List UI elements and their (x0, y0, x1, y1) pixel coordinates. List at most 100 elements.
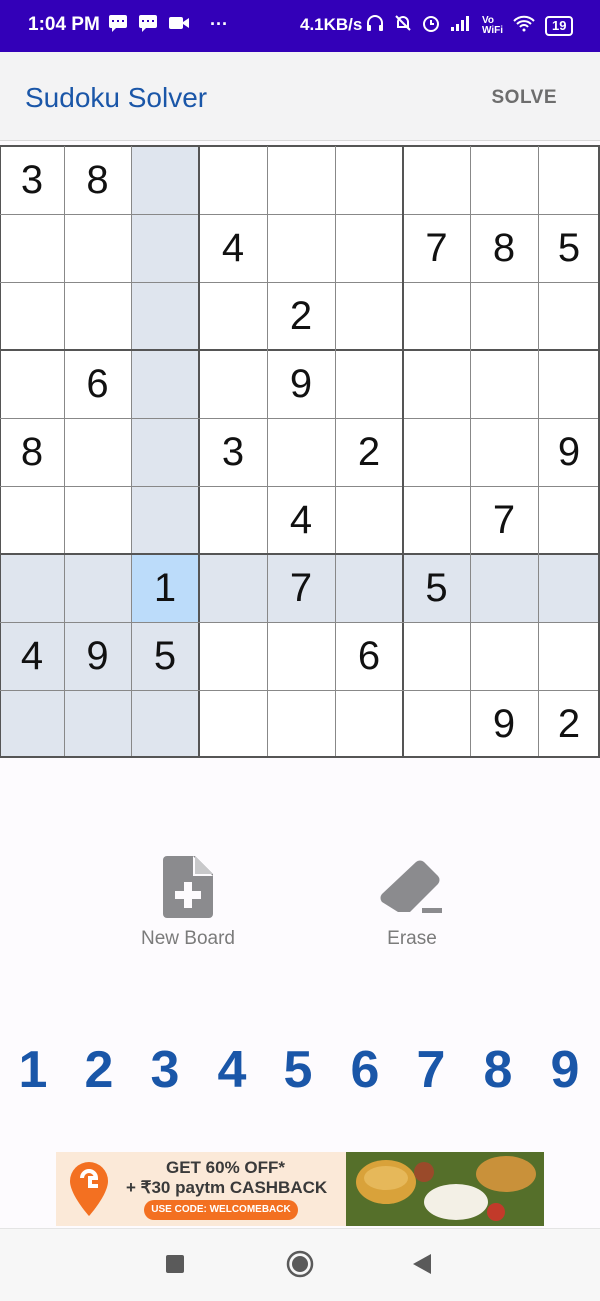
board-cell[interactable] (335, 146, 403, 214)
board-cell[interactable]: 1 (131, 554, 199, 622)
board-cell[interactable] (0, 486, 64, 554)
board-cell[interactable]: 9 (538, 418, 600, 486)
board-cell[interactable] (335, 214, 403, 282)
number-button[interactable]: 2 (66, 1040, 132, 1100)
board-cell[interactable] (267, 418, 335, 486)
solve-button[interactable]: SOLVE (492, 87, 558, 109)
board-cell[interactable] (0, 214, 64, 282)
board-cell[interactable] (538, 486, 600, 554)
board-cell[interactable]: 2 (538, 690, 600, 758)
board-cell[interactable] (470, 418, 538, 486)
board-cell[interactable] (267, 622, 335, 690)
number-button[interactable]: 9 (532, 1040, 598, 1100)
board-cell[interactable]: 6 (64, 350, 131, 418)
board-cell[interactable] (403, 282, 470, 350)
board-cell[interactable] (470, 146, 538, 214)
number-button[interactable]: 5 (265, 1040, 331, 1100)
board-cell[interactable] (267, 214, 335, 282)
board-cell[interactable] (64, 690, 131, 758)
board-cell[interactable] (64, 486, 131, 554)
board-cell[interactable] (335, 554, 403, 622)
board-cell[interactable] (267, 690, 335, 758)
board-cell[interactable]: 4 (0, 622, 64, 690)
board-cell[interactable] (199, 146, 267, 214)
board-cell[interactable]: 9 (267, 350, 335, 418)
board-cell[interactable] (199, 350, 267, 418)
board-cell[interactable] (538, 622, 600, 690)
board-cell[interactable] (470, 622, 538, 690)
board-cell[interactable]: 8 (64, 146, 131, 214)
erase-label: Erase (387, 928, 437, 949)
board-cell[interactable] (403, 690, 470, 758)
board-cell[interactable]: 8 (0, 418, 64, 486)
number-button[interactable]: 4 (199, 1040, 265, 1100)
board-cell[interactable] (131, 214, 199, 282)
board-cell[interactable] (538, 350, 600, 418)
board-cell[interactable]: 3 (0, 146, 64, 214)
board-cell[interactable] (0, 554, 64, 622)
board-cell[interactable]: 4 (267, 486, 335, 554)
back-button[interactable] (413, 1254, 431, 1279)
erase-button[interactable]: Erase (342, 856, 482, 950)
board-cell[interactable] (335, 282, 403, 350)
board-cell[interactable] (470, 282, 538, 350)
board-cell[interactable] (403, 486, 470, 554)
board-cell[interactable]: 8 (470, 214, 538, 282)
board-cell[interactable]: 9 (470, 690, 538, 758)
board-cell[interactable] (470, 554, 538, 622)
number-button[interactable]: 6 (332, 1040, 398, 1100)
board-cell[interactable] (199, 554, 267, 622)
number-pad: 123456789 (0, 1040, 600, 1110)
board-cell[interactable]: 4 (199, 214, 267, 282)
board-cell[interactable] (335, 486, 403, 554)
board-cell[interactable] (403, 418, 470, 486)
board-cell[interactable] (538, 282, 600, 350)
board-cell[interactable]: 5 (403, 554, 470, 622)
board-cell[interactable] (131, 350, 199, 418)
ad-banner[interactable]: GET 60% OFF* + ₹30 paytm CASHBACK USE CO… (56, 1152, 544, 1226)
board-cell[interactable] (0, 690, 64, 758)
number-button[interactable]: 3 (132, 1040, 198, 1100)
board-cell[interactable] (64, 214, 131, 282)
number-button[interactable]: 8 (465, 1040, 531, 1100)
board-cell[interactable] (131, 690, 199, 758)
board-cell[interactable] (131, 486, 199, 554)
board-cell[interactable]: 3 (199, 418, 267, 486)
board-cell[interactable]: 5 (131, 622, 199, 690)
board-cell[interactable] (131, 146, 199, 214)
board-cell[interactable] (470, 350, 538, 418)
board-cell[interactable]: 7 (267, 554, 335, 622)
board-cell[interactable] (403, 622, 470, 690)
board-cell[interactable] (0, 282, 64, 350)
board-cell[interactable] (199, 486, 267, 554)
board-cell[interactable] (131, 282, 199, 350)
number-button[interactable]: 1 (0, 1040, 66, 1100)
board-cell[interactable] (335, 690, 403, 758)
new-board-button[interactable]: New Board (118, 856, 258, 950)
recents-button[interactable] (166, 1255, 184, 1278)
home-button[interactable] (286, 1250, 314, 1283)
board-cell[interactable]: 2 (267, 282, 335, 350)
board-cell[interactable] (199, 690, 267, 758)
board-cell[interactable] (131, 418, 199, 486)
alarm-icon (422, 14, 440, 37)
board-cell[interactable] (64, 282, 131, 350)
board-cell[interactable] (538, 146, 600, 214)
board-cell[interactable]: 9 (64, 622, 131, 690)
board-cell[interactable] (64, 554, 131, 622)
board-cell[interactable] (335, 350, 403, 418)
number-button[interactable]: 7 (398, 1040, 464, 1100)
board-cell[interactable]: 7 (403, 214, 470, 282)
board-cell[interactable] (403, 146, 470, 214)
board-cell[interactable] (538, 554, 600, 622)
board-cell[interactable]: 2 (335, 418, 403, 486)
board-cell[interactable] (64, 418, 131, 486)
board-cell[interactable] (0, 350, 64, 418)
board-cell[interactable]: 5 (538, 214, 600, 282)
board-cell[interactable] (199, 282, 267, 350)
board-cell[interactable] (403, 350, 470, 418)
board-cell[interactable] (199, 622, 267, 690)
board-cell[interactable]: 6 (335, 622, 403, 690)
board-cell[interactable] (267, 146, 335, 214)
board-cell[interactable]: 7 (470, 486, 538, 554)
